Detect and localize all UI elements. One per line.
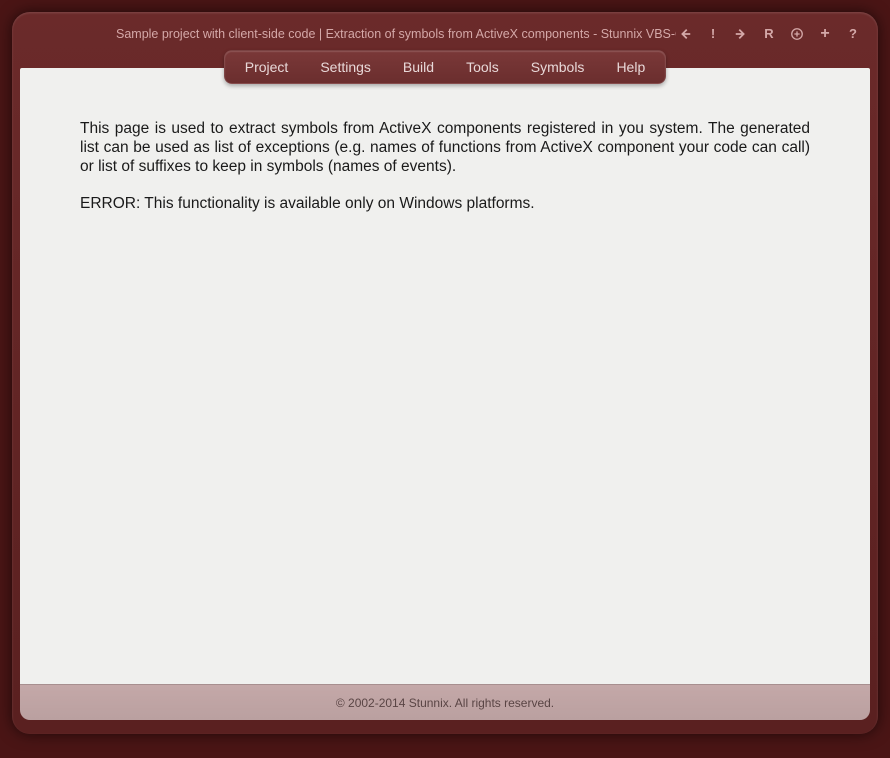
forward-icon[interactable] bbox=[732, 25, 750, 43]
back-icon[interactable] bbox=[676, 25, 694, 43]
content-area: This page is used to extract symbols fro… bbox=[20, 68, 870, 684]
menu-bar-wrapper: Project Settings Build Tools Symbols Hel… bbox=[20, 50, 870, 84]
add-icon[interactable]: + bbox=[816, 25, 834, 43]
menu-build[interactable]: Build bbox=[387, 51, 450, 83]
help-icon[interactable]: ? bbox=[844, 25, 862, 43]
footer: © 2002-2014 Stunnix. All rights reserved… bbox=[20, 684, 870, 720]
window-title: Sample project with client-side code | E… bbox=[28, 27, 676, 41]
title-buttons: ! R + ? bbox=[676, 25, 862, 43]
menu-project[interactable]: Project bbox=[229, 51, 305, 83]
error-message: ERROR: This functionality is available o… bbox=[80, 195, 810, 214]
menu-tools[interactable]: Tools bbox=[450, 51, 515, 83]
menu-settings[interactable]: Settings bbox=[304, 51, 387, 83]
menu-bar: Project Settings Build Tools Symbols Hel… bbox=[224, 50, 666, 84]
title-bar: Sample project with client-side code | E… bbox=[20, 20, 870, 50]
stop-icon[interactable]: ! bbox=[704, 25, 722, 43]
page-description: This page is used to extract symbols fro… bbox=[80, 120, 810, 177]
app-window: Sample project with client-side code | E… bbox=[12, 12, 878, 734]
menu-symbols[interactable]: Symbols bbox=[515, 51, 601, 83]
copyright-text: © 2002-2014 Stunnix. All rights reserved… bbox=[336, 696, 554, 710]
menu-help[interactable]: Help bbox=[600, 51, 661, 83]
zoom-icon[interactable] bbox=[788, 25, 806, 43]
reload-icon[interactable]: R bbox=[760, 25, 778, 43]
